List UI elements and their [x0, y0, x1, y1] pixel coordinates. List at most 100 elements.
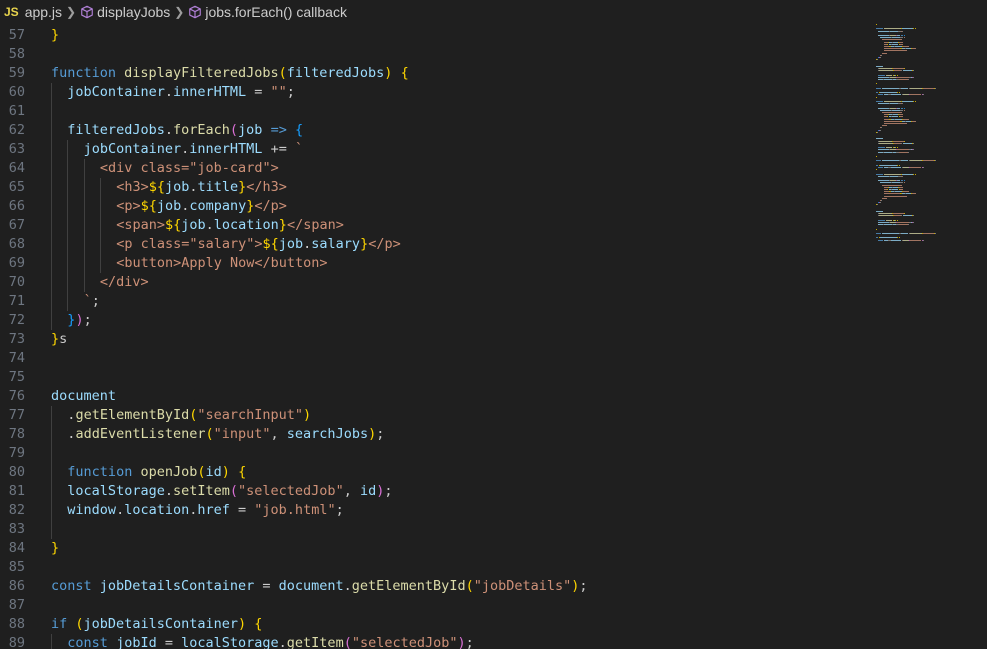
indent-guide — [67, 254, 69, 273]
code-token: </p> — [368, 236, 401, 252]
code-line[interactable]: 65 <h3>${job.title}</h3> — [0, 178, 870, 197]
code-token: { — [238, 464, 247, 480]
indent-guide — [51, 102, 52, 121]
code-token: getElementById — [75, 407, 190, 423]
code-line[interactable]: 76 document — [0, 387, 870, 406]
code-token: ) — [457, 635, 466, 649]
line-number: 85 — [8, 559, 25, 575]
chevron-right-icon: ❯ — [174, 5, 185, 19]
code-token: ${ — [262, 236, 279, 252]
code-line[interactable]: 86 const jobDetailsContainer = document.g… — [0, 577, 870, 596]
code-line[interactable]: 74 — [0, 349, 870, 368]
code-token: ( — [205, 426, 214, 442]
code-token: ` — [83, 293, 92, 309]
code-line[interactable]: 84} — [0, 539, 870, 558]
code-line[interactable]: 78 .addEventListener("input", searchJobs)… — [0, 425, 870, 444]
minimap[interactable] — [876, 24, 966, 649]
code-token: id — [205, 464, 222, 480]
code-line[interactable]: 88 if (jobDetailsContainer) { — [0, 615, 870, 634]
minimap-line — [881, 54, 882, 56]
code-line[interactable]: 71 `; — [0, 292, 870, 311]
code-line[interactable]: 59 function displayFilteredJobs(filteredJ… — [0, 64, 870, 83]
code-line[interactable]: 87 — [0, 596, 870, 615]
line-number: 59 — [8, 65, 25, 81]
breadcrumb-file[interactable]: app.js — [25, 4, 62, 20]
minimap-line — [879, 68, 892, 69]
minimap-line — [876, 233, 881, 234]
minimap-line — [909, 167, 922, 168]
minimap-line — [900, 35, 903, 36]
minimap-line — [898, 186, 904, 188]
code-line[interactable]: 62 filteredJobs.forEach(job => { — [0, 121, 870, 140]
code-editor[interactable]: 57} 58 59 function displayFilteredJobs(filt… — [0, 24, 870, 649]
code-line[interactable]: 67 <span>${job.location}</span> — [0, 216, 870, 235]
line-number: 79 — [8, 445, 25, 461]
code-text: filteredJobs.forEach(job => { — [67, 121, 303, 140]
minimap-line — [884, 173, 902, 175]
minimap-line — [879, 142, 894, 144]
code-token: job — [238, 122, 263, 138]
breadcrumb-symbol-displayjobs[interactable]: displayJobs — [97, 4, 170, 20]
code-token: "searchInput" — [197, 407, 304, 423]
code-token: , — [270, 426, 287, 442]
line-number: 66 — [8, 198, 25, 214]
line-number: 80 — [8, 464, 25, 480]
minimap-line — [912, 142, 914, 144]
minimap-line — [903, 37, 905, 39]
minimap-line — [878, 30, 889, 32]
code-token: <div class="job-card"> — [99, 160, 279, 176]
minimap-line — [904, 140, 906, 142]
code-line[interactable]: 64 <div class="job-card"> — [0, 159, 870, 178]
code-line[interactable]: 79 — [0, 444, 870, 463]
minimap-line — [909, 233, 923, 234]
code-token: location — [213, 217, 279, 233]
code-line[interactable]: 68 <p class="salary">${job.salary}</p> — [0, 235, 870, 254]
code-text: document — [51, 387, 116, 406]
minimap-line — [903, 182, 905, 184]
code-line[interactable]: 77 .getElementById("searchInput") — [0, 406, 870, 425]
code-token: displayFilteredJobs — [124, 65, 279, 81]
code-line[interactable]: 70 </div> — [0, 273, 870, 292]
line-number: 86 — [8, 578, 25, 594]
breadcrumb-symbol-callback[interactable]: jobs.forEach() callback — [205, 4, 347, 20]
code-token: = — [246, 84, 271, 100]
line-number: 89 — [8, 635, 25, 649]
code-line[interactable]: 63 jobContainer.innerHTML += ` — [0, 140, 870, 159]
code-token: job — [164, 179, 190, 195]
minimap-line — [878, 94, 883, 96]
code-line[interactable]: 82 window.location.href = "job.html"; — [0, 501, 870, 520]
code-token: <p class="salary"> — [116, 236, 263, 252]
code-line[interactable]: 89 const jobId = localStorage.getItem("se… — [0, 634, 870, 649]
minimap-line — [876, 96, 877, 98]
code-line[interactable]: 75 — [0, 368, 870, 387]
line-number: 77 — [8, 407, 25, 423]
code-line[interactable]: 81 localStorage.setItem("selectedJob", id… — [0, 482, 870, 501]
code-token: jobContainer — [67, 84, 165, 100]
code-token: </span> — [286, 217, 344, 233]
code-line[interactable]: 69 <button>Apply Now</button> — [0, 254, 870, 273]
code-token: searchJobs — [286, 426, 369, 442]
minimap-line — [897, 219, 899, 221]
minimap-line — [879, 70, 894, 72]
minimap-line — [876, 160, 881, 162]
code-token: filteredJobs — [286, 65, 385, 81]
code-line[interactable]: 83 — [0, 520, 870, 539]
code-line[interactable]: 58 — [0, 45, 870, 64]
minimap-line — [922, 167, 924, 168]
code-line[interactable]: 73}s — [0, 330, 870, 349]
minimap-line — [934, 160, 936, 162]
code-line[interactable]: 66 <p>${job.company}</p> — [0, 197, 870, 216]
code-token: <p> — [116, 198, 141, 214]
code-line[interactable]: 57} — [0, 26, 870, 45]
minimap-line — [881, 200, 882, 201]
minimap-line — [884, 50, 908, 52]
code-line[interactable]: 72}); — [0, 311, 870, 330]
code-token: "job.html" — [254, 502, 336, 518]
code-line[interactable]: 61 — [0, 102, 870, 121]
minimap-line — [898, 237, 900, 239]
code-line[interactable]: 85 — [0, 558, 870, 577]
code-line[interactable]: 80 function openJob(id) { — [0, 463, 870, 482]
minimap-line — [896, 92, 898, 94]
code-line[interactable]: 60 jobContainer.innerHTML = ""; — [0, 83, 870, 102]
